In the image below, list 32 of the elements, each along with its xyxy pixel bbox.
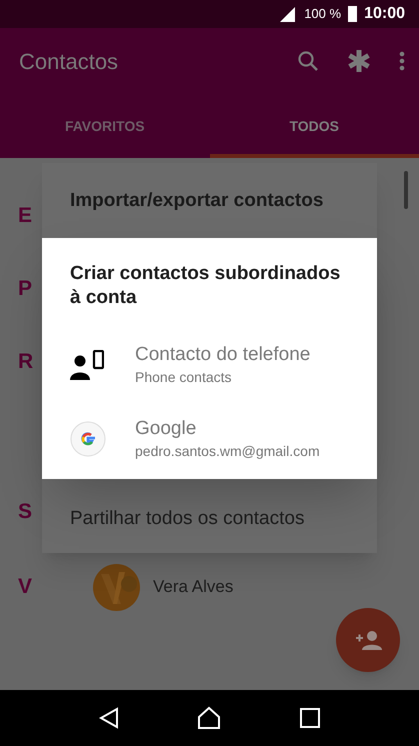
search-icon[interactable] — [297, 50, 319, 72]
section-letter: R — [18, 350, 34, 374]
battery-icon — [348, 6, 358, 22]
section-letter: V — [18, 575, 32, 598]
account-option[interactable]: Google pedro.santos.wm@gmail.com — [70, 402, 349, 476]
menu-item[interactable]: Importar/exportar contactos — [70, 187, 324, 216]
account-option[interactable]: Contacto do telefone Phone contacts — [70, 328, 349, 402]
more-options-icon[interactable] — [399, 51, 405, 71]
menu-item[interactable]: Partilhar todos os contactos — [70, 505, 304, 534]
section-letter: S — [18, 500, 32, 524]
clock: 10:00 — [364, 4, 405, 24]
recents-icon[interactable] — [300, 708, 320, 728]
google-logo-icon — [70, 421, 106, 457]
signal-icon — [279, 6, 296, 22]
account-name: Contacto do telefone — [135, 343, 310, 367]
account-name: Google — [135, 417, 198, 441]
tab[interactable]: TODOS — [210, 94, 419, 158]
tab[interactable]: FAVORITOS — [0, 94, 210, 158]
battery-percentage: 100 % — [304, 5, 342, 24]
person-phone-icon — [70, 350, 104, 380]
asterisk-icon[interactable] — [347, 49, 371, 73]
add-person-icon — [354, 630, 382, 650]
back-icon[interactable] — [99, 707, 120, 729]
account-detail: pedro.santos.wm@gmail.com — [135, 442, 320, 461]
scrollbar — [404, 171, 408, 209]
home-icon[interactable] — [197, 706, 222, 730]
account-detail: Phone contacts — [135, 368, 233, 387]
section-letter: E — [18, 204, 32, 228]
contact-name[interactable]: Vera Alves — [153, 574, 234, 600]
section-letter: P — [18, 277, 32, 300]
app-title: Contactos — [19, 48, 120, 76]
dialog-title: Criar contactos subordinados à conta — [70, 262, 342, 310]
